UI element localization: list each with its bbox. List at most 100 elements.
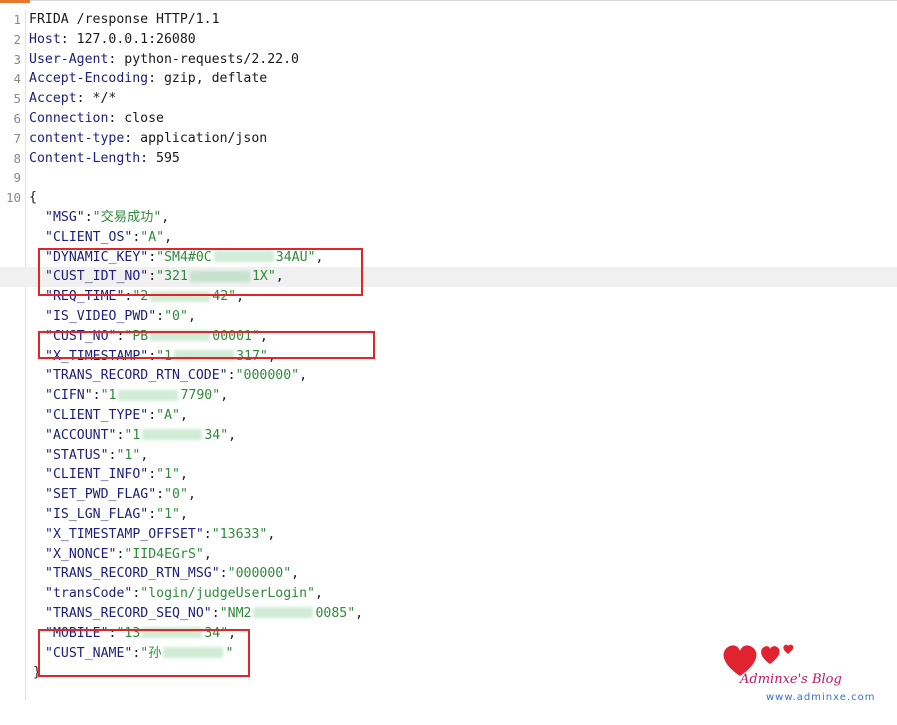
json-value: "A" [140,229,165,245]
json-key: "ACCOUNT" [45,427,117,443]
highlight-box-dynamic-key-idt-no [38,248,363,296]
active-tab-indicator [0,0,30,3]
header-separator: : [140,150,157,166]
json-value: "IID4EGrS" [124,546,204,562]
json-comma: , [228,427,237,443]
header-separator: : [108,110,125,126]
json-line: "CLIENT_INFO":"1", [0,465,897,485]
line-content: Accept: */* [29,89,116,109]
json-value: "000000" [227,566,292,582]
json-colon: : [156,487,165,503]
json-colon: : [156,308,165,324]
json-line: "TRANS_RECORD_RTN_CODE":"000000", [0,366,897,386]
json-line: "TRANS_RECORD_RTN_MSG":"000000", [0,564,897,584]
json-colon: : [227,368,236,384]
json-colon: : [148,407,157,423]
code-line: 6 Connection: close [0,109,897,129]
json-value: "000000" [235,368,300,384]
header-value: 595 [156,150,180,166]
json-comma: , [291,566,300,582]
json-comma: , [164,229,173,245]
json-colon: : [219,566,228,582]
json-key: "TRANS_RECORD_RTN_CODE" [45,368,228,384]
header-name: Content-Length [29,150,141,166]
json-key: "STATUS" [45,447,109,463]
line-number: 6 [13,110,21,126]
json-colon: : [148,467,157,483]
json-comma: , [161,209,170,225]
json-key: "CLIENT_OS" [45,229,133,245]
json-key: "CIFN" [45,388,93,404]
json-value: "1" [156,467,180,483]
redacted-segment [253,607,314,619]
header-name: Connection [29,110,109,126]
json-content: "SET_PWD_FLAG":"0", [45,485,196,505]
header-value: close [124,110,164,126]
json-value-tail: 34" [204,427,229,443]
json-value: "1 [100,388,117,404]
json-key: "SET_PWD_FLAG" [45,487,157,503]
code-line: 3 User-Agent: python-requests/2.22.0 [0,50,897,70]
json-value: "1 [124,427,141,443]
header-value: */* [92,91,117,107]
json-key: "TRANS_RECORD_RTN_MSG" [45,566,220,582]
json-line: "X_NONCE":"IID4EGrS", [0,545,897,565]
json-content: "X_NONCE":"IID4EGrS", [45,545,212,565]
json-line: "TRANS_RECORD_SEQ_NO":"NM2 0085", [0,604,897,624]
json-comma: , [180,467,188,483]
line-content: User-Agent: python-requests/2.22.0 [29,50,299,70]
json-comma: , [267,526,276,542]
json-colon: : [148,506,157,522]
header-separator: : [124,130,141,146]
header-separator: : [148,71,164,87]
json-key: "CLIENT_TYPE" [45,407,149,423]
json-line: "IS_LGN_FLAG":"1", [0,505,897,525]
json-content: "ACCOUNT":"1 34", [45,426,236,446]
json-content: "CLIENT_TYPE":"A", [45,406,188,426]
json-line: "STATUS":"1", [0,446,897,466]
watermark-brand: Adminxe's Blog [740,672,842,687]
json-content: "TRANS_RECORD_SEQ_NO":"NM2 0085", [45,604,363,624]
json-value: "0" [164,308,188,324]
line-number: 1 [13,12,21,27]
line-content: Host: 127.0.0.1:26080 [29,30,196,50]
json-comma: , [180,506,188,522]
line-number: 5 [13,91,21,107]
blog-watermark: Adminxe's Blog www.adminxe.com [718,636,890,718]
json-key: "MSG" [45,209,85,225]
json-line: "SET_PWD_FLAG":"0", [0,485,897,505]
json-comma: , [355,605,364,621]
line-number: 7 [13,130,21,146]
json-content: "TRANS_RECORD_RTN_MSG":"000000", [45,564,299,584]
highlight-box-cust-no [38,331,375,359]
redacted-segment [118,389,179,401]
json-line: "MSG":"交易成功", [0,208,897,228]
line-number: 9 [13,170,21,186]
json-content: "TRANS_RECORD_RTN_CODE":"000000", [45,366,307,386]
json-colon: : [92,388,101,404]
line-number: 4 [13,71,21,87]
header-value: gzip, deflate [163,71,268,87]
line-number: 10 [5,190,21,206]
json-value: "1" [116,447,141,463]
header-name: User-Agent [29,51,109,67]
json-content: "CIFN":"1 7790", [45,386,228,406]
json-content: "STATUS":"1", [45,446,148,466]
line-content: Accept-Encoding: gzip, deflate [29,69,267,89]
json-content: "CLIENT_INFO":"1", [45,465,188,485]
json-value: "0" [164,487,188,503]
code-line: 9 [0,168,897,188]
json-value: "A" [156,407,180,423]
json-comma: , [220,388,229,404]
json-colon: : [211,605,220,621]
json-value: "login/judgeUserLogin" [140,586,315,602]
line-content: content-type: application/json [29,129,267,149]
json-key: "X_TIMESTAMP_OFFSET" [45,526,204,542]
json-line: "CLIENT_OS":"A", [0,228,897,248]
json-key: "IS_LGN_FLAG" [45,506,149,522]
line-text: FRIDA /response HTTP/1.1 [29,12,220,27]
header-separator: : [76,91,93,107]
json-key: "CLIENT_INFO" [45,467,149,483]
line-number: 2 [13,31,21,47]
json-content: "CLIENT_OS":"A", [45,228,172,248]
